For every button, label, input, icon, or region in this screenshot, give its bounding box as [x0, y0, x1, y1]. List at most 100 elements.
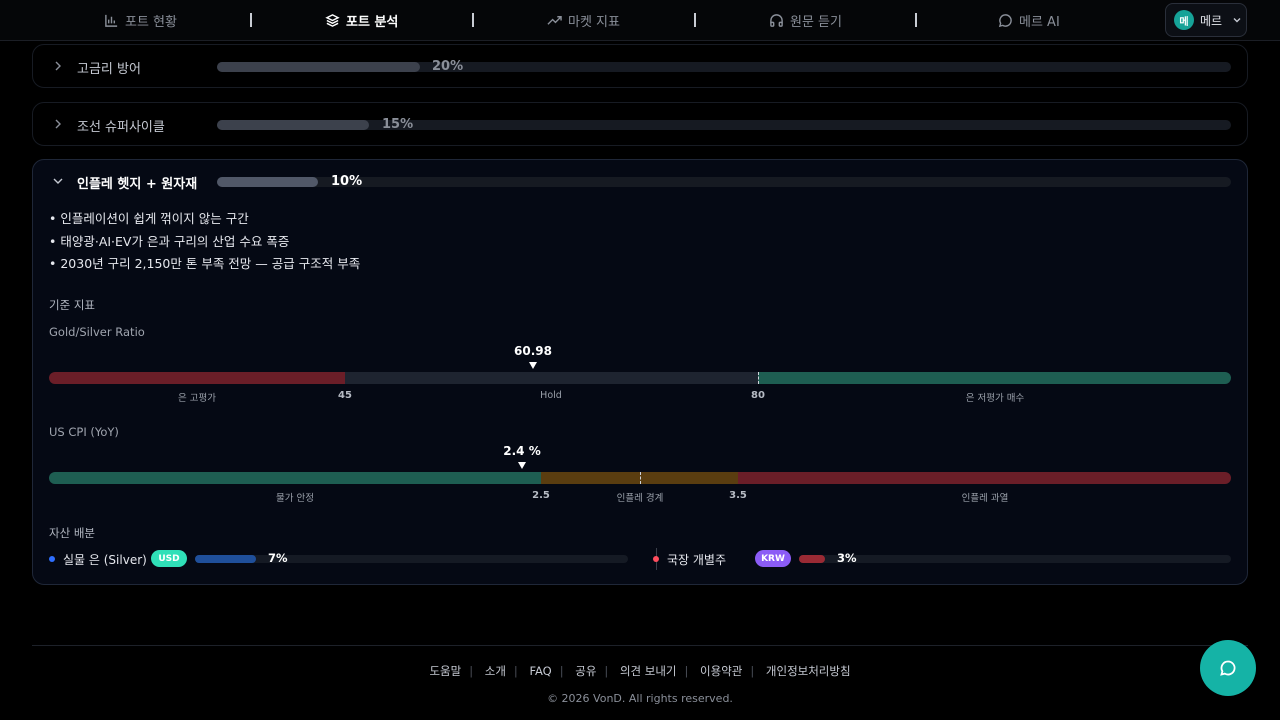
currency-badge: KRW [755, 550, 791, 567]
footer-divider [32, 645, 1248, 646]
weight-bar-fill [217, 120, 369, 130]
weight-bar [217, 120, 1231, 130]
nav-item-market-indicators[interactable]: 마켓 지표 [547, 10, 620, 30]
allocation-row: 실물 은 (Silver) USD 7% 국장 개별주 KRW 3% [49, 548, 1231, 570]
zone-label: 인플레 경계 [616, 493, 664, 504]
threshold-label: 45 [338, 390, 352, 401]
bullet-item: • 태양광·AI·EV가 은과 구리의 산업 수요 폭증 [49, 233, 290, 249]
card-header[interactable]: 고금리 방어 20% [33, 45, 1247, 89]
weight-bar-fill [217, 177, 318, 187]
gauge-zone-hold [345, 372, 758, 384]
chat-bubble-icon [998, 13, 1012, 27]
chevron-down-icon [53, 178, 63, 184]
allocation-percent: 7% [268, 551, 288, 565]
indicator-name: US CPI (YoY) [49, 425, 119, 439]
nav-item-portfolio-analysis[interactable]: 포트 분석 [325, 10, 398, 30]
chat-bubble-icon [1220, 660, 1236, 676]
headphones-icon [770, 13, 783, 27]
nav-label: 포트 분석 [346, 14, 399, 30]
allocation-item-korean-stocks: 국장 개별주 KRW 3% [653, 548, 1231, 570]
zone-label: 은 저평가 매수 [965, 393, 1025, 404]
zone-label: 물가 안정 [276, 493, 314, 504]
footer-link-about[interactable]: 소개 [477, 664, 514, 678]
currency-badge: USD [151, 550, 187, 567]
top-nav: 포트 현황 포트 분석 마켓 지표 원문 듣기 메르 AI 메 메르 [0, 0, 1280, 41]
bullet-item: • 2030년 구리 2,150만 톤 부족 전망 — 공급 구조적 부족 [49, 256, 361, 271]
gauge-threshold-line [640, 472, 641, 484]
gauge-threshold-line [758, 372, 759, 384]
weight-label: 20% [432, 59, 464, 74]
allocation-bar-fill [799, 555, 825, 563]
card-title: 인플레 헷지 + 원자재 [77, 177, 198, 192]
thesis-bullets: • 인플레이션이 쉽게 꺾이지 않는 구간 • 태양광·AI·EV가 은과 구리… [49, 208, 360, 276]
nav-divider [694, 13, 696, 27]
nav-label: 메르 AI [1019, 14, 1060, 30]
theme-card-shipbuilding-supercycle[interactable]: 조선 슈퍼사이클 15% [32, 102, 1248, 146]
threshold-label: 2.5 [532, 490, 550, 501]
allocation-name: 실물 은 (Silver) [63, 553, 147, 567]
trend-up-icon [547, 15, 562, 25]
value-marker-icon [518, 462, 526, 469]
value-marker-icon [529, 362, 537, 369]
theme-card-high-rate-defense[interactable]: 고금리 방어 20% [32, 44, 1248, 88]
weight-label: 10% [331, 174, 363, 189]
indicator-value: 2.4 % [503, 444, 541, 458]
user-menu-button[interactable]: 메 메르 [1165, 3, 1247, 37]
gauge-zone-overvalued [49, 372, 345, 384]
indicators-heading: 기준 지표 [49, 298, 95, 312]
weight-bar [217, 177, 1231, 187]
weight-bar [217, 62, 1231, 72]
nav-divider [250, 13, 252, 27]
footer-link-help[interactable]: 도움말 [421, 664, 469, 678]
gauge-zone-overheat [738, 472, 1231, 484]
zone-label: 은 고평가 [178, 393, 216, 404]
nav-divider [915, 13, 917, 27]
allocation-heading: 자산 배분 [49, 526, 95, 540]
footer-links: 도움말 | 소개 | FAQ | 공유 | 의견 보내기 | 이용약관 | 개인정보처리방침 [0, 663, 1280, 679]
threshold-label: 3.5 [729, 490, 747, 501]
layers-icon [325, 13, 340, 27]
nav-label: 포트 현황 [125, 14, 177, 30]
allocation-name: 국장 개별주 [667, 553, 727, 567]
indicator-value: 60.98 [514, 344, 552, 358]
user-name: 메르 [1200, 13, 1223, 28]
weight-bar-fill [217, 62, 420, 72]
nav-divider [472, 13, 474, 27]
nav-item-mer-ai[interactable]: 메르 AI [998, 10, 1060, 30]
footer-link-terms[interactable]: 이용약관 [692, 664, 750, 678]
allocation-bar [799, 555, 1231, 563]
weight-label: 15% [382, 117, 414, 132]
allocation-percent: 3% [837, 551, 857, 565]
copyright: © 2026 VonD. All rights reserved. [547, 692, 733, 705]
nav-label: 마켓 지표 [568, 14, 620, 30]
series-dot-icon [653, 556, 659, 562]
card-title: 조선 슈퍼사이클 [77, 120, 165, 135]
gold-silver-gauge [49, 372, 1231, 384]
footer-link-feedback[interactable]: 의견 보내기 [612, 664, 685, 678]
chevron-right-icon [55, 61, 61, 71]
chevron-down-icon [1233, 18, 1241, 23]
allocation-bar-fill [195, 555, 256, 563]
footer-link-privacy[interactable]: 개인정보처리방침 [758, 664, 859, 678]
chat-fab-button[interactable] [1200, 640, 1256, 696]
zone-label: 인플레 과열 [961, 493, 1009, 504]
threshold-label: 80 [751, 390, 765, 401]
card-header[interactable]: 조선 슈퍼사이클 15% [33, 103, 1247, 147]
zone-label: Hold [540, 390, 562, 401]
chevron-right-icon [55, 119, 61, 129]
nav-item-listen-original[interactable]: 원문 듣기 [769, 10, 842, 30]
gauge-zone-undervalued [758, 372, 1231, 384]
series-dot-icon [49, 556, 55, 562]
allocation-bar [195, 555, 628, 563]
footer-link-faq[interactable]: FAQ [521, 664, 559, 678]
theme-card-inflation-hedge: 인플레 헷지 + 원자재 10% • 인플레이션이 쉽게 꺾이지 않는 구간 •… [32, 159, 1248, 585]
bullet-item: • 인플레이션이 쉽게 꺾이지 않는 구간 [49, 211, 249, 226]
nav-label: 원문 듣기 [790, 14, 842, 30]
card-title: 고금리 방어 [77, 62, 141, 77]
allocation-item-silver: 실물 은 (Silver) USD 7% [49, 548, 629, 570]
indicator-name: Gold/Silver Ratio [49, 325, 145, 339]
footer-link-share[interactable]: 공유 [567, 664, 604, 678]
gauge-zone-stable [49, 472, 541, 484]
nav-item-portfolio-status[interactable]: 포트 현황 [104, 10, 177, 30]
card-header[interactable]: 인플레 헷지 + 원자재 10% [33, 160, 1247, 204]
